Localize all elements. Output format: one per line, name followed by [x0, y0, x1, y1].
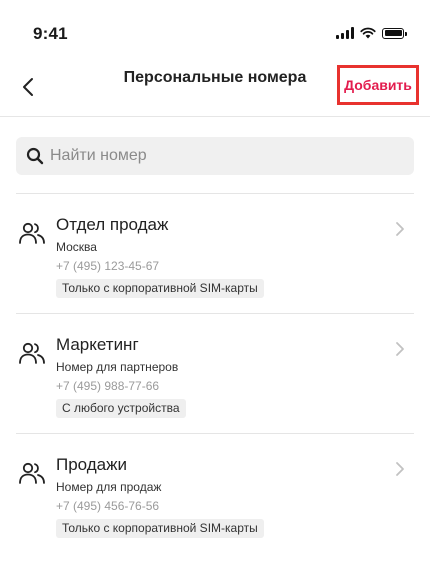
divider — [16, 193, 414, 194]
search-icon — [26, 147, 44, 165]
divider — [16, 313, 414, 314]
divider — [16, 433, 414, 434]
status-icons — [336, 27, 407, 39]
add-button[interactable]: Добавить — [337, 65, 419, 105]
battery-icon — [382, 27, 407, 39]
group-icon — [19, 342, 45, 364]
chevron-right-icon — [396, 462, 404, 476]
item-phone: +7 (495) 988-77-66 — [56, 379, 160, 393]
chevron-right-icon — [396, 342, 404, 356]
item-badge: Только с корпоративной SIM-карты — [56, 279, 264, 298]
status-time: 9:41 — [33, 24, 68, 43]
group-icon — [19, 462, 45, 484]
wifi-icon — [360, 27, 376, 39]
item-badge: С любого устройства — [56, 399, 186, 418]
group-icon — [19, 222, 45, 244]
item-phone: +7 (495) 123-45-67 — [56, 259, 160, 273]
item-phone: +7 (495) 456-76-56 — [56, 499, 160, 513]
item-name: Отдел продаж — [56, 215, 169, 234]
search-bar[interactable] — [16, 136, 414, 176]
status-bar: 9:41 — [0, 0, 430, 60]
nav-header: Персональные номера Добавить — [0, 60, 430, 117]
item-name: Маркетинг — [56, 335, 139, 354]
page-title: Персональные номера — [123, 69, 307, 86]
item-subtitle: Номер для партнеров — [56, 360, 179, 374]
item-subtitle: Москва — [56, 240, 97, 254]
search-input[interactable] — [44, 136, 414, 176]
list-item[interactable]: Маркетинг Номер для партнеров +7 (495) 9… — [0, 332, 430, 442]
list-item[interactable]: Продажи Номер для продаж +7 (495) 456-76… — [0, 452, 430, 562]
signal-icon — [336, 27, 354, 39]
item-subtitle: Номер для продаж — [56, 480, 162, 494]
chevron-right-icon — [396, 222, 404, 236]
chevron-left-icon — [23, 78, 33, 96]
list-item[interactable]: Отдел продаж Москва +7 (495) 123-45-67 Т… — [0, 212, 430, 322]
item-badge: Только с корпоративной SIM-карты — [56, 519, 264, 538]
back-button[interactable] — [14, 72, 42, 102]
item-name: Продажи — [56, 455, 127, 474]
